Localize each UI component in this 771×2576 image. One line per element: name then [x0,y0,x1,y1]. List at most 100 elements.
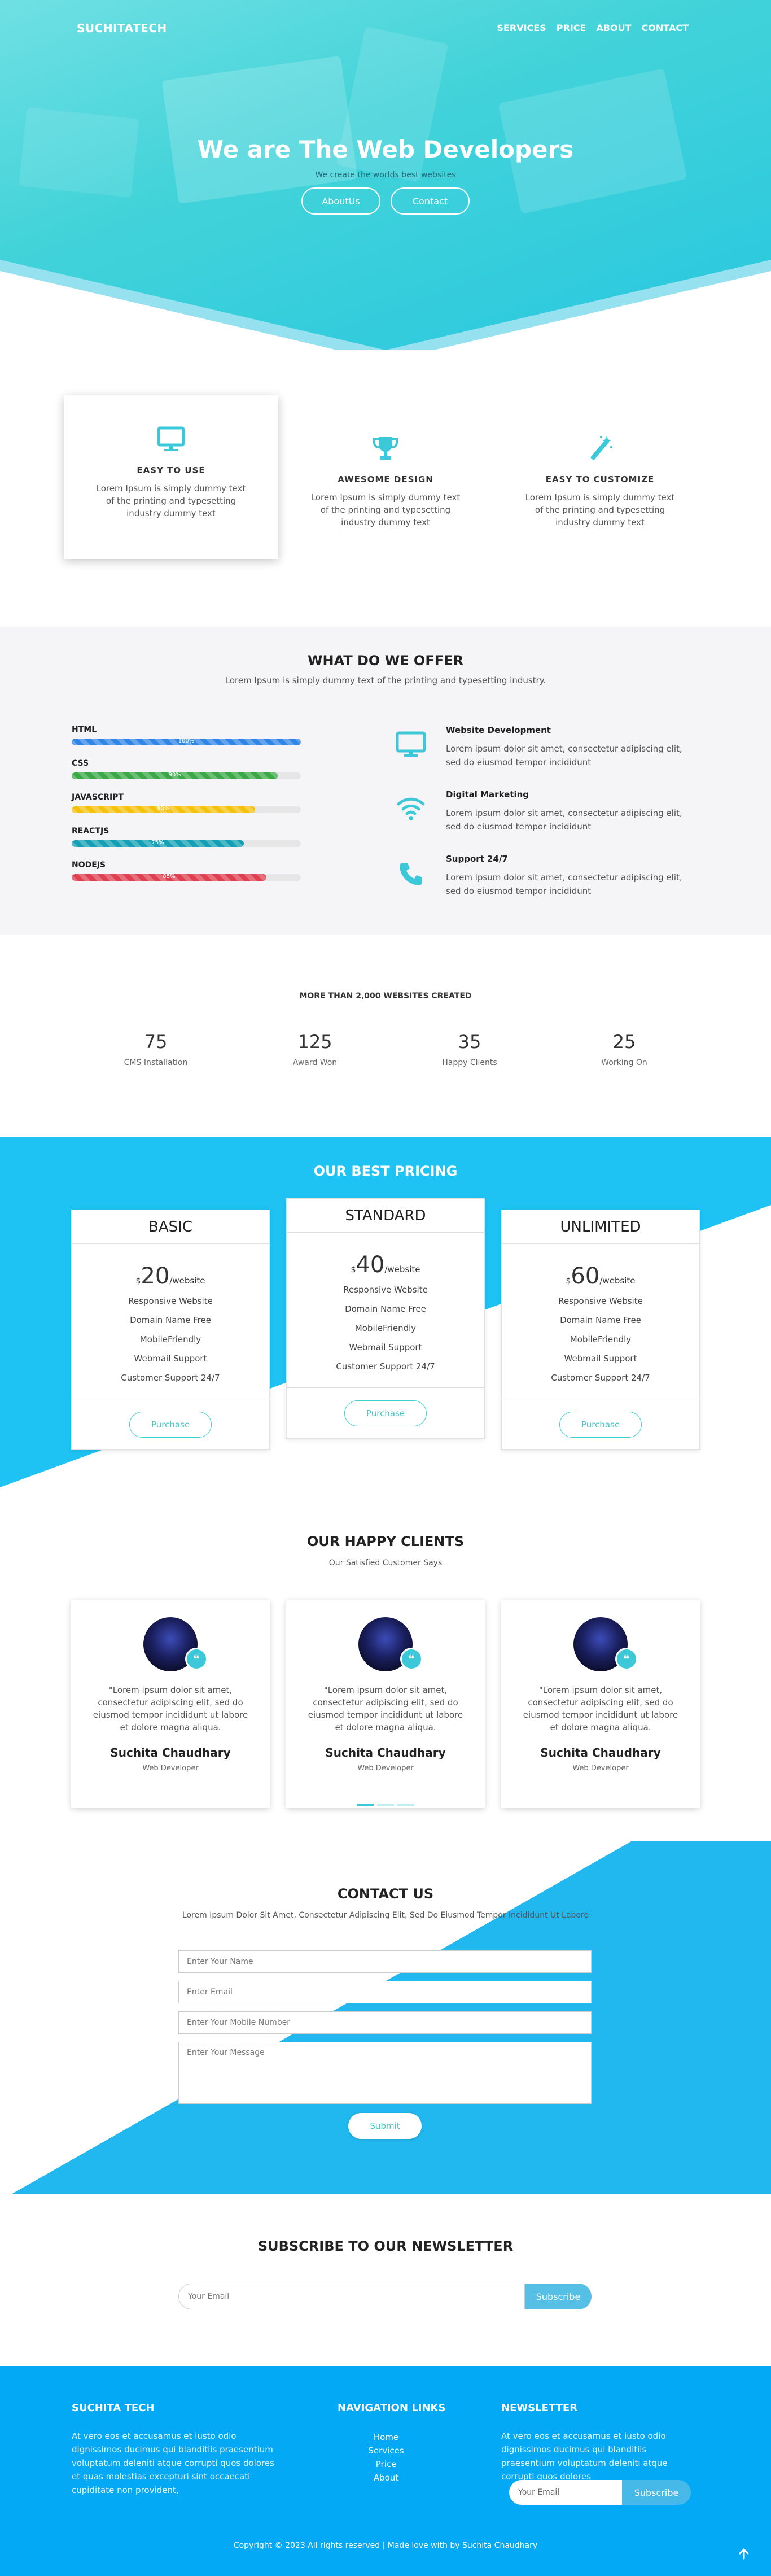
arrow-up-icon[interactable] [737,2547,751,2561]
skill-progress-bar: 100% [72,739,301,745]
footer-nav-links: Home Services Price About [361,2430,411,2485]
monitor-icon [157,426,185,451]
price-card-basic: BASIC $20/website Responsive Website Doma… [71,1210,270,1450]
avatar: ❝ [143,1617,208,1671]
testimonial-quote: "Lorem ipsum dolor sit amet, consectetur… [523,1685,678,1732]
footer-link-home[interactable]: Home [361,2430,411,2444]
offer-subtitle: Lorem Ipsum is simply dummy text of the … [225,675,546,686]
client-name: Suchita Chaudhary [325,1746,446,1759]
brand-logo[interactable]: SUCHITATECH [77,21,167,35]
plan-name: STANDARD [287,1199,484,1233]
skill-label: NODEJS [72,861,106,870]
plan-name: BASIC [72,1210,269,1244]
footer-link-price[interactable]: Price [361,2457,411,2471]
skill-label: REACTJS [72,827,109,836]
skill-label: CSS [72,759,89,768]
stat-number: 75 [144,1031,168,1053]
footer-nav-title: NAVIGATION LINKS [338,2402,446,2414]
client-name: Suchita Chaudhary [110,1746,231,1759]
footer-about: At vero eos et accusamus et iusto odio d… [72,2431,274,2495]
clients-title: OUR HAPPY CLIENTS [306,1534,465,1549]
testimonial-card: ❝ "Lorem ipsum dolor sit amet, consectet… [71,1600,270,1808]
feature-card-easy-to-use: EASY TO USE Lorem Ipsum is simply dummy … [64,395,278,559]
nav-price[interactable]: PRICE [557,23,586,33]
skill-progress-bar: 90% [72,772,301,779]
plan-features: Responsive Website Domain Name Free Mobile… [121,1296,220,1383]
skill-percent: 90% [168,772,181,778]
newsletter-title: SUBSCRIBE TO OUR NEWSLETTER [257,2238,514,2254]
clients-subtitle: Our Satisfied Customer Says [328,1558,443,1568]
name-field[interactable]: Enter Your Name [178,1950,592,1973]
plan-price: $40/website [351,1252,420,1278]
carousel-dot[interactable] [377,1804,394,1806]
carousel-dot[interactable] [357,1804,374,1806]
skill-progress-fill: 85% [72,874,267,881]
footer-brand: SUCHITA TECH [72,2402,155,2414]
email-field[interactable]: Enter Email [178,1981,592,2003]
feature-title: EASY TO CUSTOMIZE [545,474,655,484]
mobile-field[interactable]: Enter Your Mobile Number [178,2011,592,2034]
stat-item: 75 CMS Installation [71,1031,240,1067]
avatar: ❝ [358,1617,423,1671]
client-role: Web Developer [142,1764,199,1772]
contact-subtitle: Lorem Ipsum Dolor Sit Amet, Consectetur … [182,1911,589,1920]
skill-progress-bar: 85% [72,874,301,881]
monitor-icon [396,731,426,757]
newsletter-email-input[interactable]: Your Email [178,2284,525,2309]
phone-icon [400,863,422,885]
stat-label: CMS Installation [124,1058,188,1067]
purchase-button[interactable]: Purchase [559,1411,642,1438]
footer-newsletter-title: NEWSLETTER [501,2402,578,2414]
hero-buttons: AboutUs Contact [0,187,771,215]
stat-label: Happy Clients [442,1058,497,1067]
stats-caption: MORE THAN 2,000 WEBSITES CREATED [299,992,472,1001]
message-field[interactable]: Enter Your Message [178,2042,592,2104]
nav-about[interactable]: ABOUT [596,23,631,33]
skill-label: JAVASCRIPT [72,793,124,802]
plan-price: $60/website [566,1263,636,1289]
hero-subtitle: We create the worlds best websites [315,171,456,180]
stat-number: 125 [297,1031,332,1053]
skill-label: HTML [72,725,97,734]
carousel-dot[interactable] [397,1804,414,1806]
skill-progress-fill: 80% [72,806,255,813]
copyright: Copyright © 2023 All rights reserved | M… [233,2541,538,2550]
footer-subscribe-button[interactable]: Subscribe [622,2480,691,2505]
nav-contact[interactable]: CONTACT [642,23,689,33]
feature-title: AWESOME DESIGN [338,474,433,484]
contact-title: CONTACT US [337,1886,434,1902]
service-title: Website Development [446,725,551,735]
skill-progress-fill: 75% [72,840,244,847]
price-card-standard: STANDARD $40/website Responsive Website D… [286,1198,485,1439]
footer-link-about[interactable]: About [361,2471,411,2485]
quote-icon: ❝ [615,1648,638,1670]
contact-button[interactable]: Contact [391,187,470,215]
footer-email-input[interactable]: Your Email [509,2480,622,2505]
quote-icon: ❝ [400,1648,423,1670]
top-nav: SERVICES PRICE ABOUT CONTACT [497,23,689,33]
hero-title: We are The Web Developers [197,136,574,163]
wifi-icon [397,797,425,820]
testimonial-card: ❝ "Lorem ipsum dolor sit amet, consectet… [286,1600,485,1808]
aboutus-button[interactable]: AboutUs [301,187,380,215]
client-role: Web Developer [357,1764,414,1772]
footer-link-services[interactable]: Services [361,2444,411,2457]
purchase-button[interactable]: Purchase [344,1400,427,1426]
avatar: ❝ [573,1617,638,1671]
stat-number: 25 [612,1031,636,1053]
client-role: Web Developer [572,1764,629,1772]
testimonial-card: ❝ "Lorem ipsum dolor sit amet, consectet… [501,1600,700,1808]
purchase-button[interactable]: Purchase [129,1411,212,1438]
carousel-dots [0,1804,771,1806]
skill-percent: 85% [163,874,176,880]
subscribe-button[interactable]: Subscribe [525,2284,592,2309]
price-card-unlimited: UNLIMITED $60/website Responsive Website… [501,1210,700,1450]
feature-card-awesome-design: AWESOME DESIGN Lorem Ipsum is simply dum… [278,404,493,568]
submit-button[interactable]: Submit [348,2113,422,2139]
client-name: Suchita Chaudhary [540,1746,661,1759]
footer-newsletter-text: At vero eos et accusamus et iusto odio d… [501,2431,668,2482]
testimonial-quote: "Lorem ipsum dolor sit amet, consectetur… [93,1685,248,1732]
trophy-icon [373,437,398,460]
skill-progress-bar: 80% [72,806,301,813]
nav-services[interactable]: SERVICES [497,23,546,33]
